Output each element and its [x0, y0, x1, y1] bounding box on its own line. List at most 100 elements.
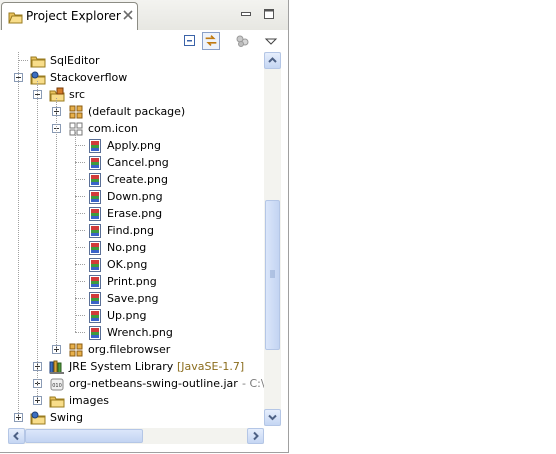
maximize-icon[interactable] [263, 8, 275, 20]
tree-item[interactable]: SqlEditor [0, 52, 264, 69]
tree-connector [75, 264, 85, 265]
tree-item[interactable]: 010 org-netbeans-swing-outline.jar - C:\Do… [0, 375, 264, 392]
tree-item-label: Up.png [107, 309, 147, 322]
tree-item[interactable]: JRE System Library [JavaSE-1.7] [0, 358, 264, 375]
tree-item-label: org-netbeans-swing-outline.jar [69, 377, 238, 390]
tree-item[interactable]: Cancel.png [0, 154, 264, 171]
tree-item-label: Down.png [107, 190, 163, 203]
project-explorer-icon [8, 12, 23, 24]
tree-item-label: com.icon [88, 122, 138, 135]
project-explorer-tab[interactable]: Project Explorer [1, 2, 138, 30]
source-folder-icon [49, 87, 65, 102]
jar-icon: 010 [50, 378, 64, 391]
tree-item-label: No.png [107, 241, 147, 254]
tree-item[interactable]: No.png [0, 239, 264, 256]
tree-connector [75, 162, 85, 163]
tree-item-label: Apply.png [107, 139, 161, 152]
tree-connector [75, 247, 85, 248]
tree-item-label: src [69, 88, 86, 101]
scroll-left-button[interactable] [8, 428, 25, 444]
tree-guide-line [75, 132, 76, 332]
package-icon [69, 105, 83, 119]
image-file-icon [89, 309, 101, 323]
tree-item-label: images [69, 394, 109, 407]
horizontal-scroll-thumb[interactable] [25, 429, 143, 443]
vertical-scroll-thumb[interactable] [265, 200, 280, 350]
image-file-icon [89, 207, 101, 221]
tree-item-label: Cancel.png [107, 156, 169, 169]
tree-guide-line [56, 98, 57, 349]
package-icon [69, 343, 83, 357]
tree-item[interactable]: Down.png [0, 188, 264, 205]
chevron-up-icon [268, 57, 277, 63]
image-file-icon [89, 292, 101, 306]
view-tab-bar: Project Explorer [0, 0, 288, 31]
tree-item-label: JRE System Library [69, 360, 174, 373]
chevron-right-icon [253, 431, 259, 441]
java-project-icon [30, 71, 46, 85]
folder-icon [30, 56, 46, 68]
tree-item-label: Find.png [107, 224, 154, 237]
tree-item[interactable]: com.icon [0, 120, 264, 137]
image-file-icon [89, 241, 101, 255]
vertical-scrollbar[interactable] [264, 52, 281, 426]
tree-item[interactable]: images [0, 392, 264, 409]
svg-text:010: 010 [52, 383, 62, 389]
tree-item[interactable]: Swing [0, 409, 264, 426]
tree-connector [75, 315, 85, 316]
tree-item-label: SqlEditor [50, 54, 100, 67]
filter-icon[interactable] [234, 32, 252, 50]
tree-item[interactable]: Find.png [0, 222, 264, 239]
tree-item-label: Wrench.png [107, 326, 173, 339]
grip-icon [270, 270, 275, 278]
collapse-all-icon[interactable] [181, 32, 199, 50]
chevron-down-icon [268, 414, 277, 421]
tree-item[interactable]: Apply.png [0, 137, 264, 154]
scroll-down-button[interactable] [264, 409, 281, 426]
tree-connector [75, 213, 85, 214]
link-with-editor-icon[interactable] [202, 32, 220, 50]
tree-item[interactable]: Print.png [0, 273, 264, 290]
view-menu-icon[interactable] [262, 32, 280, 50]
image-file-icon [89, 139, 101, 153]
tree-item-label: Save.png [107, 292, 159, 305]
library-icon [49, 360, 64, 374]
tree-item-label: Swing [50, 411, 83, 424]
image-file-icon [89, 224, 101, 238]
tree-item[interactable]: Up.png [0, 307, 264, 324]
tree-item[interactable]: Wrench.png [0, 324, 264, 341]
scroll-right-button[interactable] [247, 428, 264, 444]
tree-item-decoration: [JavaSE-1.7] [177, 360, 245, 373]
tree-item[interactable]: OK.png [0, 256, 264, 273]
tree-item-label: Create.png [107, 173, 168, 186]
tree-item[interactable]: Stackoverflow [0, 69, 264, 86]
tree-item[interactable]: Create.png [0, 171, 264, 188]
tree-item-decoration: - C:\Doc [242, 377, 264, 390]
image-file-icon [89, 156, 101, 170]
image-file-icon [89, 275, 101, 289]
tree-item[interactable]: src [0, 86, 264, 103]
tree-item[interactable]: Erase.png [0, 205, 264, 222]
tree-item-label: (default package) [88, 105, 186, 118]
tree-item[interactable]: org.filebrowser [0, 341, 264, 358]
chevron-left-icon [13, 431, 19, 441]
package-open-icon [69, 122, 83, 136]
image-file-icon [89, 173, 101, 187]
tree-item-label: org.filebrowser [88, 343, 171, 356]
project-tree: SqlEditor Stackoverflow src (default packag… [0, 52, 264, 426]
tree-item-label: Erase.png [107, 207, 163, 220]
image-file-icon [89, 326, 101, 340]
scroll-up-button[interactable] [264, 52, 281, 69]
close-icon[interactable] [123, 10, 133, 20]
image-file-icon [89, 190, 101, 204]
tree-item[interactable]: Save.png [0, 290, 264, 307]
minimize-icon[interactable] [240, 8, 252, 20]
tree-connector [75, 230, 85, 231]
horizontal-scrollbar[interactable] [8, 428, 264, 444]
tab-title: Project Explorer [26, 9, 121, 23]
tree-connector [75, 281, 85, 282]
tree-item-label: OK.png [107, 258, 148, 271]
tree-connector [75, 145, 85, 146]
tree-item-label: Stackoverflow [50, 71, 128, 84]
tree-item[interactable]: (default package) [0, 103, 264, 120]
